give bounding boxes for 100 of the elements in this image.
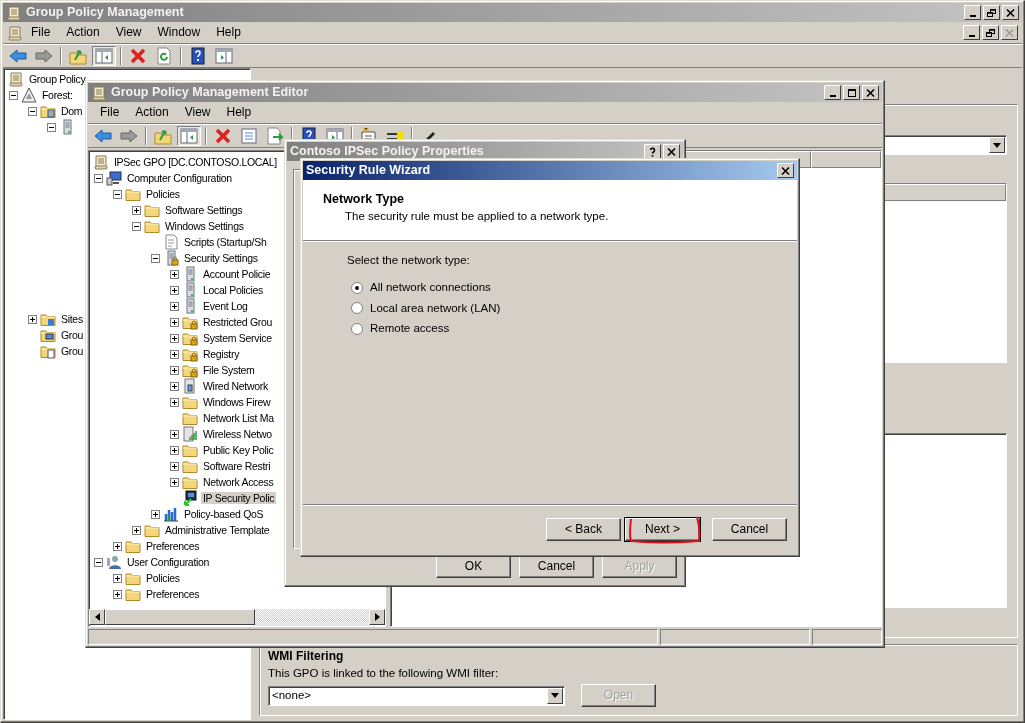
- tree-toggle[interactable]: [169, 397, 179, 407]
- tree-item[interactable]: Grou: [59, 344, 86, 358]
- minimize-button[interactable]: [963, 25, 980, 40]
- menu-item[interactable]: View: [176, 104, 219, 121]
- close-button[interactable]: [1001, 25, 1018, 40]
- minimize-button[interactable]: [824, 85, 841, 100]
- tree-toggle[interactable]: [27, 106, 37, 116]
- tree-item[interactable]: Grou: [59, 328, 86, 342]
- close-button[interactable]: [862, 85, 879, 100]
- restore-button[interactable]: [982, 25, 999, 40]
- radio-button[interactable]: [351, 323, 363, 336]
- tree-toggle[interactable]: [150, 509, 160, 519]
- tree-item[interactable]: Wireless Netwo: [201, 427, 274, 441]
- menu-item[interactable]: File: [23, 24, 59, 41]
- tree-toggle[interactable]: [169, 285, 179, 295]
- tree-toggle[interactable]: [169, 477, 179, 487]
- tree-item[interactable]: IP Security Polic: [201, 491, 277, 505]
- tree-toggle[interactable]: [131, 221, 141, 231]
- tree-toggle[interactable]: [169, 381, 179, 391]
- tree-toggle[interactable]: [131, 525, 141, 535]
- tree-toggle[interactable]: [169, 365, 179, 375]
- menu-item[interactable]: Help: [218, 104, 260, 121]
- cancel-button[interactable]: Cancel: [712, 518, 787, 541]
- menu-item[interactable]: Action: [127, 104, 177, 121]
- tree-toggle[interactable]: [169, 445, 179, 455]
- dialog-button[interactable]: Cancel: [519, 555, 594, 578]
- tree-toggle[interactable]: [93, 557, 103, 567]
- menu-item[interactable]: Action: [58, 24, 108, 41]
- tree-item[interactable]: System Service: [201, 331, 274, 345]
- menu-item[interactable]: Window: [149, 24, 209, 41]
- restore-icon: [986, 7, 997, 18]
- pane-toggle-icon: [94, 46, 114, 66]
- tree-item[interactable]: Policies: [144, 187, 182, 201]
- radio-button[interactable]: [351, 281, 363, 294]
- menu-item[interactable]: View: [107, 24, 150, 41]
- tree-item[interactable]: Software Settings: [163, 203, 245, 217]
- back-button[interactable]: < Back: [546, 518, 621, 541]
- scroll-left-button[interactable]: [89, 609, 105, 625]
- tree-toggle[interactable]: [169, 349, 179, 359]
- tree-item[interactable]: Local Policies: [201, 283, 265, 297]
- tree-item[interactable]: Sites: [59, 312, 85, 326]
- tree-item[interactable]: Policies: [144, 571, 182, 585]
- tree-toggle[interactable]: [169, 429, 179, 439]
- tree-toggle[interactable]: [112, 189, 122, 199]
- close-icon: [666, 146, 677, 157]
- tree-toggle[interactable]: [112, 541, 122, 551]
- restore-icon: [985, 27, 996, 38]
- restore-button[interactable]: [983, 5, 1000, 20]
- tree-item[interactable]: Preferences: [144, 539, 202, 553]
- scrollbar-thumb[interactable]: [105, 609, 255, 625]
- tree-item[interactable]: Windows Settings: [163, 219, 246, 233]
- tree-item[interactable]: Network Access: [201, 475, 276, 489]
- tree-toggle[interactable]: [169, 333, 179, 343]
- tree-item[interactable]: Computer Configuration: [125, 171, 234, 185]
- tree-item[interactable]: Network List Ma: [201, 411, 276, 425]
- tree-item[interactable]: Administrative Template: [163, 523, 272, 537]
- tree-item[interactable]: File System: [201, 363, 257, 377]
- radio-label[interactable]: All network connections: [370, 280, 491, 295]
- scroll-right-button[interactable]: [369, 609, 385, 625]
- menu-item[interactable]: File: [92, 104, 128, 121]
- tree-item[interactable]: Account Policie: [201, 267, 273, 281]
- tree-toggle[interactable]: [169, 301, 179, 311]
- radio-label[interactable]: Remote access: [370, 322, 450, 337]
- tree-toggle[interactable]: [131, 205, 141, 215]
- tree-item[interactable]: Event Log: [201, 299, 250, 313]
- tree-item[interactable]: Dom: [59, 104, 85, 118]
- menu-item[interactable]: Help: [208, 24, 249, 41]
- radio-label[interactable]: Local area network (LAN): [370, 301, 501, 316]
- tree-item[interactable]: Registry: [201, 347, 242, 361]
- radio-button[interactable]: [351, 302, 363, 315]
- tree-item[interactable]: Group Policy: [27, 72, 88, 86]
- tree-item[interactable]: Forest:: [40, 88, 75, 102]
- tree-item[interactable]: User Configuration: [125, 555, 212, 569]
- help-icon: [647, 146, 658, 157]
- tree-item[interactable]: Security Settings: [182, 251, 260, 265]
- tree-item[interactable]: Wired Network: [201, 379, 270, 393]
- dialog-button[interactable]: OK: [436, 555, 511, 578]
- tree-item[interactable]: Preferences: [144, 587, 202, 601]
- tree-toggle[interactable]: [112, 573, 122, 583]
- close-button[interactable]: [777, 163, 794, 178]
- tree-toggle[interactable]: [150, 253, 160, 263]
- tree-toggle[interactable]: [93, 173, 103, 183]
- tree-toggle[interactable]: [112, 589, 122, 599]
- tree-item[interactable]: Windows Firew: [201, 395, 273, 409]
- tree-item[interactable]: Public Key Polic: [201, 443, 276, 457]
- maximize-button[interactable]: [843, 85, 860, 100]
- tree-toggle[interactable]: [8, 90, 18, 100]
- tree-item[interactable]: IPSec GPO [DC.CONTOSO.LOCAL]: [112, 155, 279, 169]
- tree-item[interactable]: Restricted Grou: [201, 315, 275, 329]
- tree-item[interactable]: Scripts (Startup/Sh: [182, 235, 269, 249]
- wmi-filter-dropdown[interactable]: <none>: [268, 685, 565, 706]
- tree-item[interactable]: Software Restri: [201, 459, 273, 473]
- tree-toggle[interactable]: [169, 269, 179, 279]
- close-button[interactable]: [1002, 5, 1019, 20]
- tree-toggle[interactable]: [169, 317, 179, 327]
- tree-toggle[interactable]: [169, 461, 179, 471]
- minimize-button[interactable]: [964, 5, 981, 20]
- tree-toggle[interactable]: [27, 314, 37, 324]
- tree-toggle[interactable]: [46, 122, 56, 132]
- tree-item[interactable]: Policy-based QoS: [182, 507, 266, 521]
